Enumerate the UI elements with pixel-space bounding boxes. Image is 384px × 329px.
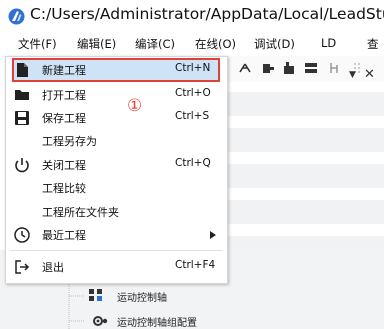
menu-item-shortcut: Ctrl+S <box>175 110 210 122</box>
menu-item-label: 退出 <box>42 261 64 274</box>
ladder-block-icon[interactable] <box>282 60 296 76</box>
toolbar <box>228 56 384 83</box>
menu-compile[interactable]: 编译(C) <box>135 36 175 52</box>
menu-item-shortcut: Ctrl+O <box>175 87 211 99</box>
menu-item-label: 工程所在文件夹 <box>42 206 119 219</box>
menu-online[interactable]: 在线(O) <box>195 36 236 52</box>
title-bar: C:/Users/Administrator/AppData/Local/Lea… <box>0 0 384 32</box>
exit-icon <box>15 260 30 274</box>
window-title: C:/Users/Administrator/AppData/Local/Lea… <box>30 5 384 23</box>
menu-item-project-folder[interactable]: 工程所在文件夹 <box>5 201 226 223</box>
menu-item-open-project[interactable]: 打开工程 Ctrl+O <box>5 84 226 106</box>
menu-item-label: 最近工程 <box>42 229 86 242</box>
menu-item-new-project[interactable]: 新建工程 Ctrl+N <box>5 59 226 81</box>
folder-open-icon <box>15 90 29 100</box>
pane-close-icon[interactable]: ✕ <box>364 67 375 82</box>
app-logo-icon <box>8 8 25 25</box>
menu-item-label: 关闭工程 <box>42 159 86 172</box>
annotation-marker: ① <box>127 96 143 116</box>
submenu-arrow-icon <box>210 231 216 239</box>
menu-item-exit[interactable]: 退出 Ctrl+F4 <box>5 256 226 278</box>
ladder-note-icon[interactable] <box>328 60 342 76</box>
menu-item-save-as[interactable]: 工程另存为 <box>5 130 226 152</box>
menu-separator <box>10 250 223 251</box>
clock-icon <box>14 227 30 243</box>
tree-item-axis-group[interactable]: 运动控制轴组配置 <box>117 314 197 329</box>
axis-icon <box>89 289 102 301</box>
menu-item-shortcut: Ctrl+F4 <box>175 259 216 271</box>
menu-item-recent-projects[interactable]: 最近工程 <box>5 224 226 246</box>
menu-item-save-project[interactable]: 保存工程 Ctrl+S <box>5 107 226 129</box>
pane-dropdown-icon[interactable]: ▼ <box>349 70 356 80</box>
menu-item-label: 工程另存为 <box>42 135 97 148</box>
menu-edit[interactable]: 编辑(E) <box>77 36 116 52</box>
menu-item-label: 打开工程 <box>42 89 86 102</box>
menu-search[interactable]: 查 <box>367 36 379 52</box>
menu-item-compare-project[interactable]: 工程比较 <box>5 177 226 199</box>
menu-bar: 文件(F) 编辑(E) 编译(C) 在线(O) 调试(D) LD 查 <box>0 32 384 56</box>
save-icon <box>15 111 29 125</box>
power-icon <box>15 158 29 173</box>
menu-item-close-project[interactable]: 关闭工程 Ctrl+Q <box>5 154 226 176</box>
new-file-icon <box>17 63 28 77</box>
ladder-parallel-icon[interactable] <box>304 60 318 76</box>
tree-item-axis[interactable]: 运动控制轴 <box>117 289 167 304</box>
ladder-contact-icon[interactable] <box>238 60 252 76</box>
menu-item-label: 保存工程 <box>42 112 86 125</box>
menu-item-label: 工程比较 <box>42 182 86 195</box>
project-pane-rows <box>228 92 384 250</box>
menu-item-shortcut: Ctrl+N <box>175 62 211 74</box>
ladder-coil-icon[interactable] <box>261 60 275 76</box>
menu-item-shortcut: Ctrl+Q <box>175 157 211 169</box>
menu-ld[interactable]: LD <box>321 36 336 50</box>
menu-debug[interactable]: 调试(D) <box>254 36 295 52</box>
menu-item-label: 新建工程 <box>42 64 86 77</box>
menu-file[interactable]: 文件(F) <box>18 36 57 52</box>
axis-group-gear-icon <box>93 316 108 326</box>
